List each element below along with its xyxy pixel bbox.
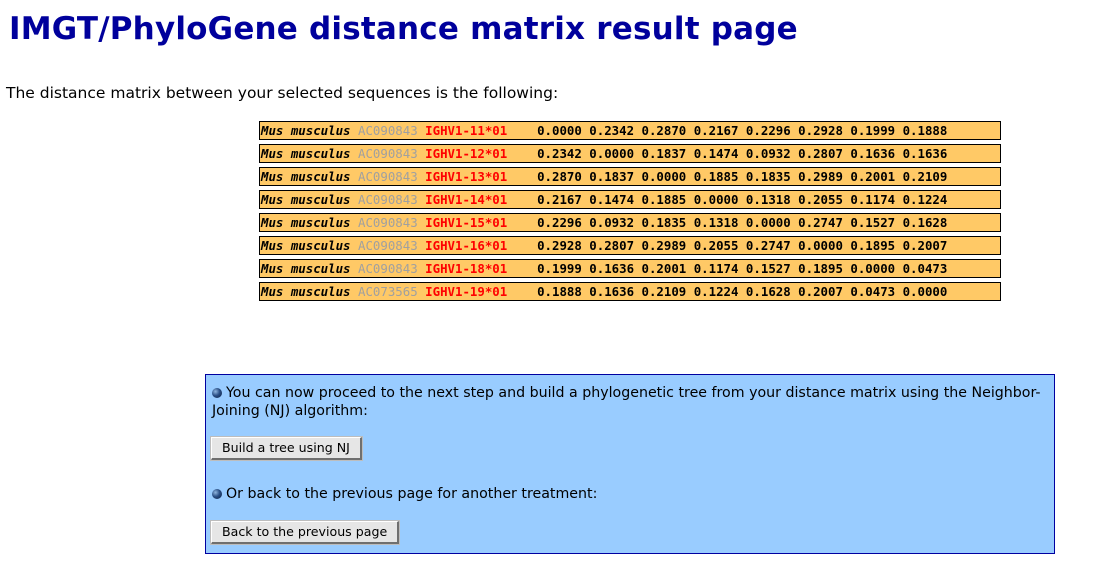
distance-matrix: Mus musculus AC090843 IGHV1-11*01 0.0000… [259,121,1001,305]
species-name: Mus musculus [261,192,351,207]
matrix-row: Mus musculus AC090843 IGHV1-13*01 0.2870… [259,167,1001,186]
nj-instruction: You can now proceed to the next step and… [212,384,1046,420]
intro-text: The distance matrix between your selecte… [6,84,559,102]
matrix-row: Mus musculus AC073565 IGHV1-19*01 0.1888… [259,282,1001,301]
distance-values: 0.1888 0.1636 0.2109 0.1224 0.1628 0.200… [537,284,948,299]
matrix-row: Mus musculus AC090843 IGHV1-15*01 0.2296… [259,213,1001,232]
accession-number: AC073565 [358,284,418,299]
species-name: Mus musculus [261,238,351,253]
species-name: Mus musculus [261,215,351,230]
page-title: IMGT/PhyloGene distance matrix result pa… [9,11,798,47]
accession-number: AC090843 [358,238,418,253]
nj-instruction-text: You can now proceed to the next step and… [212,385,1041,419]
gene-allele: IGHV1-18*01 [425,261,508,276]
back-to-previous-page-button[interactable]: Back to the previous page [209,520,401,545]
accession-number: AC090843 [358,192,418,207]
matrix-row: Mus musculus AC090843 IGHV1-11*01 0.0000… [259,121,1001,140]
gene-allele: IGHV1-16*01 [425,238,508,253]
distance-values: 0.2928 0.2807 0.2989 0.2055 0.2747 0.000… [537,238,948,253]
build-tree-nj-button[interactable]: Build a tree using NJ [210,436,363,461]
gene-allele: IGHV1-12*01 [425,146,508,161]
next-step-panel: You can now proceed to the next step and… [205,374,1055,554]
distance-values: 0.0000 0.2342 0.2870 0.2167 0.2296 0.292… [537,123,948,138]
species-name: Mus musculus [261,169,351,184]
accession-number: AC090843 [358,215,418,230]
species-name: Mus musculus [261,284,351,299]
matrix-row: Mus musculus AC090843 IGHV1-14*01 0.2167… [259,190,1001,209]
accession-number: AC090843 [358,123,418,138]
gene-allele: IGHV1-19*01 [425,284,508,299]
bullet-icon [212,388,222,398]
matrix-row: Mus musculus AC090843 IGHV1-16*01 0.2928… [259,236,1001,255]
species-name: Mus musculus [261,123,351,138]
distance-values: 0.2296 0.0932 0.1835 0.1318 0.0000 0.274… [537,215,948,230]
accession-number: AC090843 [358,146,418,161]
distance-values: 0.2870 0.1837 0.0000 0.1885 0.1835 0.298… [537,169,948,184]
gene-allele: IGHV1-14*01 [425,192,508,207]
species-name: Mus musculus [261,146,351,161]
back-instruction: Or back to the previous page for another… [212,485,1046,503]
species-name: Mus musculus [261,261,351,276]
matrix-row: Mus musculus AC090843 IGHV1-18*01 0.1999… [259,259,1001,278]
distance-values: 0.2167 0.1474 0.1885 0.0000 0.1318 0.205… [537,192,948,207]
accession-number: AC090843 [358,261,418,276]
gene-allele: IGHV1-11*01 [425,123,508,138]
bullet-icon [212,489,222,499]
accession-number: AC090843 [358,169,418,184]
gene-allele: IGHV1-13*01 [425,169,508,184]
distance-values: 0.1999 0.1636 0.2001 0.1174 0.1527 0.189… [537,261,948,276]
matrix-row: Mus musculus AC090843 IGHV1-12*01 0.2342… [259,144,1001,163]
back-instruction-text: Or back to the previous page for another… [226,486,598,502]
gene-allele: IGHV1-15*01 [425,215,508,230]
distance-values: 0.2342 0.0000 0.1837 0.1474 0.0932 0.280… [537,146,948,161]
